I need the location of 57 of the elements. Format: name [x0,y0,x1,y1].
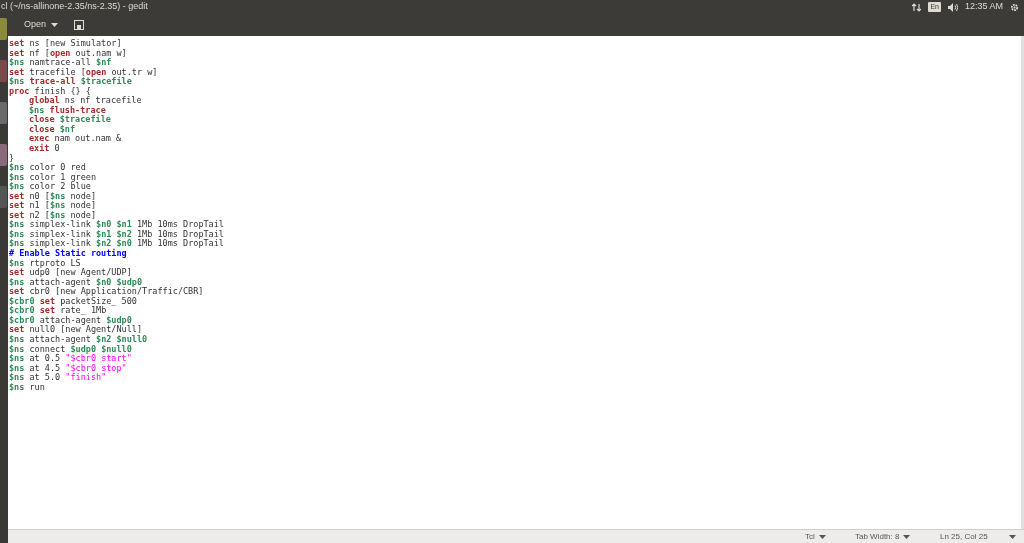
code-line: $ns simplex-link $n0 $n1 1Mb 10ms DropTail [9,220,224,230]
code-line: set n0 [$ns node] [9,191,97,201]
language-selector[interactable]: Tcl [805,530,855,543]
code-line: $ns at 0.5 "$cbr0 start" [9,354,132,364]
code-line: $ns namtrace-all $nf [9,58,112,68]
caret-icon [1008,534,1016,539]
code-line: $cbr0 set rate_ 1Mb [9,306,107,316]
launcher-icon[interactable] [0,18,7,40]
code-line: $ns trace-all $tracefile [9,77,132,87]
code-line: # Enable Static routing [9,249,127,259]
code-line: set tracefile [open out.tr w] [9,67,158,78]
code-line: $ns color 1 green [9,172,96,183]
code-line: $ns simplex-link $n1 $n2 1Mb 10ms DropTail [9,229,224,240]
gear-icon[interactable] [1010,2,1019,12]
code-line: $ns color 0 red [9,163,86,173]
code-line: $cbr0 set packetSize_ 500 [9,296,137,307]
tab-width-selector[interactable]: Tab Width: 8 [855,530,940,543]
caret-icon [903,534,911,539]
code-line: set null0 [new Agent/Null] [9,325,143,335]
code-line: $cbr0 attach-agent $udp0 [9,315,132,326]
volume-icon[interactable] [947,2,958,12]
network-icon[interactable] [912,2,922,12]
code-line: exit 0 [28,144,60,154]
launcher-icon[interactable] [0,144,7,166]
code-line: close $nf [28,124,76,134]
launcher-icon[interactable] [0,186,7,208]
code-line: $ns color 2 blue [9,182,91,192]
code-line: set cbr0 [new Application/Traffic/CBR] [9,287,204,297]
code-line: $ns simplex-link $n2 $n0 1Mb 10ms DropTail [9,239,224,250]
code-line: $ns at 5.0 "finish" [9,373,107,383]
caret-icon [818,534,826,539]
open-button[interactable]: Open [18,17,65,33]
code-line: proc finish {} { [9,86,91,97]
code-line: $ns run [9,382,45,393]
code-line: exec nam out.nam & [28,134,122,144]
save-icon[interactable] [74,20,85,30]
code-line: $ns flush-trace [28,105,106,116]
code-line: $ns connect $udp0 $null0 [9,344,132,355]
clock[interactable]: 12:35 AM [964,0,1003,14]
code-line: set n2 [$ns node] [9,210,97,221]
code-line: set udp0 [new Agent/UDP] [9,268,132,278]
code-line: } [9,153,15,163]
code-line: close $tracefile [28,115,111,125]
code-line: set ns [new Simulator] [9,39,122,49]
editor-area[interactable] [8,36,1024,529]
caret-icon [51,23,59,27]
launcher-icon[interactable] [0,102,7,124]
code-line: $ns attach-agent $n2 $null0 [9,334,148,345]
code-line: $ns rtproto LS [9,258,81,269]
launcher-icon[interactable] [0,60,7,82]
code-line: set n1 [$ns node] [9,201,97,211]
code-line: $ns attach-agent $n0 $udp0 [9,277,143,288]
code-line: set nf [open out.nam w] [9,48,127,58]
window-title: cl (~/ns-allinone-2.35/ns-2.35) - gedit [1,0,148,14]
code-line: global ns nf tracefile [29,96,142,106]
code-line: $ns at 4.5 "$cbr0 stop" [9,363,127,374]
cursor-position: Ln 25, Col 25 [940,530,989,543]
